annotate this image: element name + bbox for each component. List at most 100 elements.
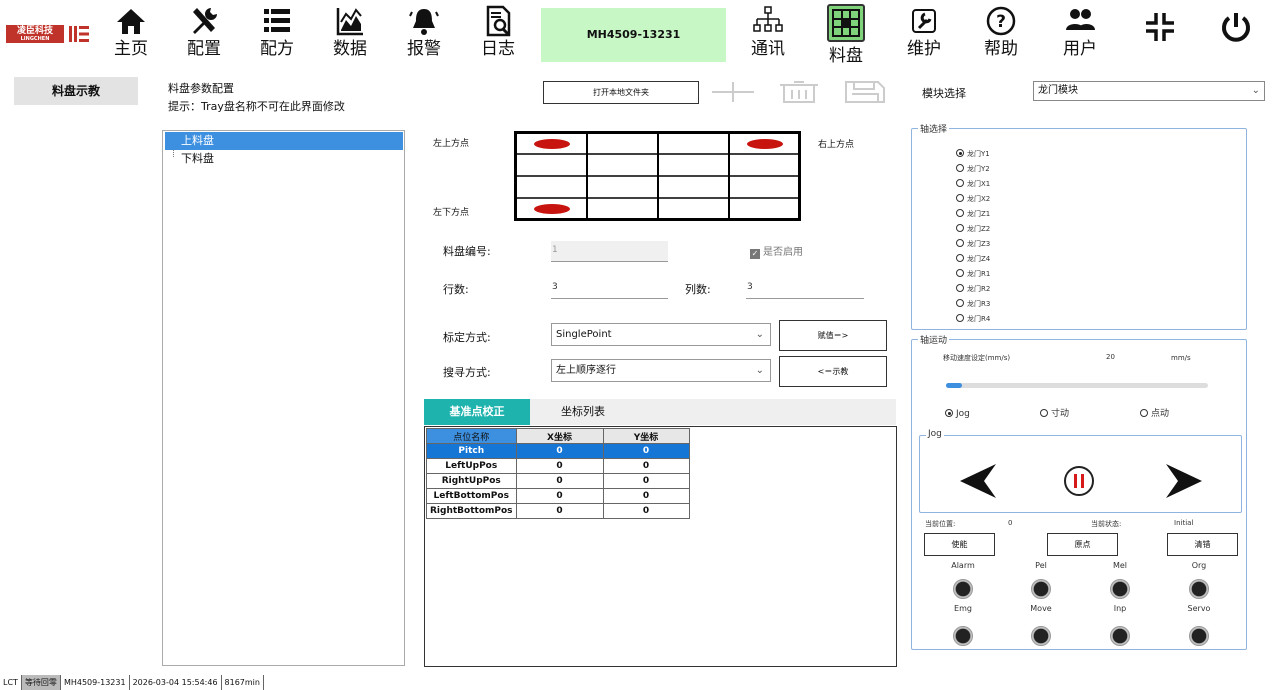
cell-name: RightUpPos: [426, 473, 517, 489]
nav-data[interactable]: 数据: [318, 4, 382, 64]
status-device: MH4509-13231: [61, 675, 130, 690]
mode-radio-inch[interactable]: 寸动: [1040, 409, 1069, 419]
axis-radio[interactable]: 龙门Z3: [956, 239, 990, 249]
chart-icon: [336, 8, 363, 36]
marker-bottom-left: [534, 204, 570, 214]
axis-radio-label: 龙门R1: [967, 270, 991, 278]
module-select-label: 模块选择: [922, 87, 966, 100]
axis-radio[interactable]: 龙门Y1: [956, 149, 990, 159]
speed-unit: mm/s: [1171, 354, 1191, 362]
tray-teach-button[interactable]: 料盘示教: [14, 77, 138, 105]
nav-alarm-label: 报警: [407, 39, 441, 59]
status-time: 2026-03-04 15:54:46: [130, 675, 222, 690]
mode-radio-point[interactable]: 点动: [1140, 409, 1169, 419]
tree-item-upper-tray[interactable]: 上料盘: [165, 132, 403, 150]
nav-comm[interactable]: 通讯: [736, 4, 800, 64]
search-select[interactable]: 左上顺序逐行 ⌄: [551, 359, 771, 382]
cell-y[interactable]: 0: [602, 488, 690, 504]
table-row[interactable]: RightUpPos 0 0: [426, 473, 690, 489]
jog-left-button[interactable]: [958, 462, 998, 500]
speed-slider-fill: [946, 383, 962, 388]
open-folder-button[interactable]: 打开本地文件夹: [543, 81, 699, 104]
delete-icon[interactable]: [778, 80, 820, 104]
table-row[interactable]: LeftBottomPos 0 0: [426, 488, 690, 504]
cell-y[interactable]: 0: [602, 473, 690, 489]
nav-data-label: 数据: [333, 39, 367, 59]
clear-error-button[interactable]: 清错: [1167, 533, 1238, 556]
speed-label: 移动速度设定(mm/s): [943, 354, 1011, 362]
logo-text: 凌臣科技: [16, 26, 53, 36]
status-led: [953, 579, 973, 599]
axis-radio[interactable]: 龙门R1: [956, 269, 990, 279]
axis-radio[interactable]: 龙门R4: [956, 314, 990, 324]
status-led: [1189, 626, 1209, 646]
jog-right-button[interactable]: [1164, 462, 1204, 500]
led-label: Org: [1191, 561, 1207, 570]
tab-base-point[interactable]: 基准点校正: [424, 399, 530, 425]
axis-radio[interactable]: 龙门R2: [956, 284, 990, 294]
cell-y[interactable]: 0: [602, 503, 690, 519]
enable-button[interactable]: 使能: [924, 533, 995, 556]
cell-x[interactable]: 0: [515, 443, 604, 459]
nav-user[interactable]: 用户: [1048, 4, 1112, 64]
table-row[interactable]: Pitch 0 0: [426, 443, 690, 459]
jog-title: Jog: [926, 429, 944, 439]
teach-button[interactable]: <＝示教: [779, 356, 887, 387]
search-select-value: 左上顺序逐行: [556, 365, 616, 376]
axis-radio[interactable]: 龙门Z2: [956, 224, 990, 234]
speed-value: 20: [1106, 353, 1115, 361]
cell-x[interactable]: 0: [515, 488, 604, 504]
nav-log[interactable]: 日志: [466, 4, 530, 64]
led-label: Mel: [1112, 561, 1128, 570]
nav-maintain[interactable]: 维护: [892, 4, 956, 64]
cell-y[interactable]: 0: [602, 458, 690, 474]
tab-coord-list[interactable]: 坐标列表: [530, 399, 636, 425]
axis-radio[interactable]: 龙门X2: [956, 194, 990, 204]
axis-radio[interactable]: 龙门R3: [956, 299, 990, 309]
axis-radio[interactable]: 龙门Y2: [956, 164, 990, 174]
nav-home[interactable]: 主页: [99, 4, 163, 64]
home-button[interactable]: 原点: [1047, 533, 1118, 556]
tree-item-lower-tray[interactable]: 下料盘: [165, 150, 403, 168]
axis-radio[interactable]: 龙门X1: [956, 179, 990, 189]
nav-help[interactable]: ? 帮助: [969, 4, 1033, 64]
cell-x[interactable]: 0: [515, 458, 604, 474]
bell-icon: [409, 9, 439, 35]
cell-name: Pitch: [426, 443, 517, 459]
mode-radio-jog[interactable]: Jog: [945, 409, 970, 419]
enable-checkbox-label: 是否启用: [763, 247, 803, 258]
nav-tray[interactable]: 料盘: [814, 4, 878, 66]
assign-button[interactable]: 赋值＝>: [779, 320, 887, 351]
cell-x[interactable]: 0: [515, 503, 604, 519]
col-header-y: Y坐标: [602, 428, 690, 444]
save-icon[interactable]: [844, 80, 886, 104]
power-button[interactable]: [1204, 10, 1268, 70]
radio-icon: [956, 269, 964, 277]
nav-config[interactable]: 配置: [172, 4, 236, 64]
nav-alarm[interactable]: 报警: [392, 4, 456, 64]
add-icon[interactable]: [712, 80, 754, 104]
cell-y[interactable]: 0: [602, 443, 690, 459]
rows-label: 行数:: [443, 283, 469, 296]
table-row[interactable]: LeftUpPos 0 0: [426, 458, 690, 474]
speed-slider[interactable]: [946, 383, 1208, 388]
axis-radio[interactable]: 龙门Z4: [956, 254, 990, 264]
axis-radio[interactable]: 龙门Z1: [956, 209, 990, 219]
cols-field[interactable]: 3: [746, 278, 864, 299]
calib-select[interactable]: SinglePoint ⌄: [551, 323, 771, 346]
nav-recipe[interactable]: 配方: [245, 4, 309, 64]
minimize-button[interactable]: [1128, 10, 1192, 70]
nav-maintain-label: 维护: [907, 39, 941, 59]
cell-x[interactable]: 0: [515, 473, 604, 489]
table-row[interactable]: RightBottomPos 0 0: [426, 503, 690, 519]
corner-label-top-left: 左上方点: [433, 139, 470, 149]
cols-label: 列数:: [685, 283, 711, 296]
axis-radio-label: 龙门Z2: [967, 225, 991, 233]
axis-select-title: 轴选择: [918, 122, 950, 135]
radio-icon: [956, 194, 964, 202]
calib-select-value: SinglePoint: [556, 329, 612, 340]
module-select[interactable]: 龙门模块 ⌄: [1033, 81, 1265, 101]
rows-field[interactable]: 3: [551, 278, 668, 299]
jog-pause-button[interactable]: [1063, 465, 1095, 497]
enable-checkbox[interactable]: ✓ 是否启用: [750, 243, 803, 259]
